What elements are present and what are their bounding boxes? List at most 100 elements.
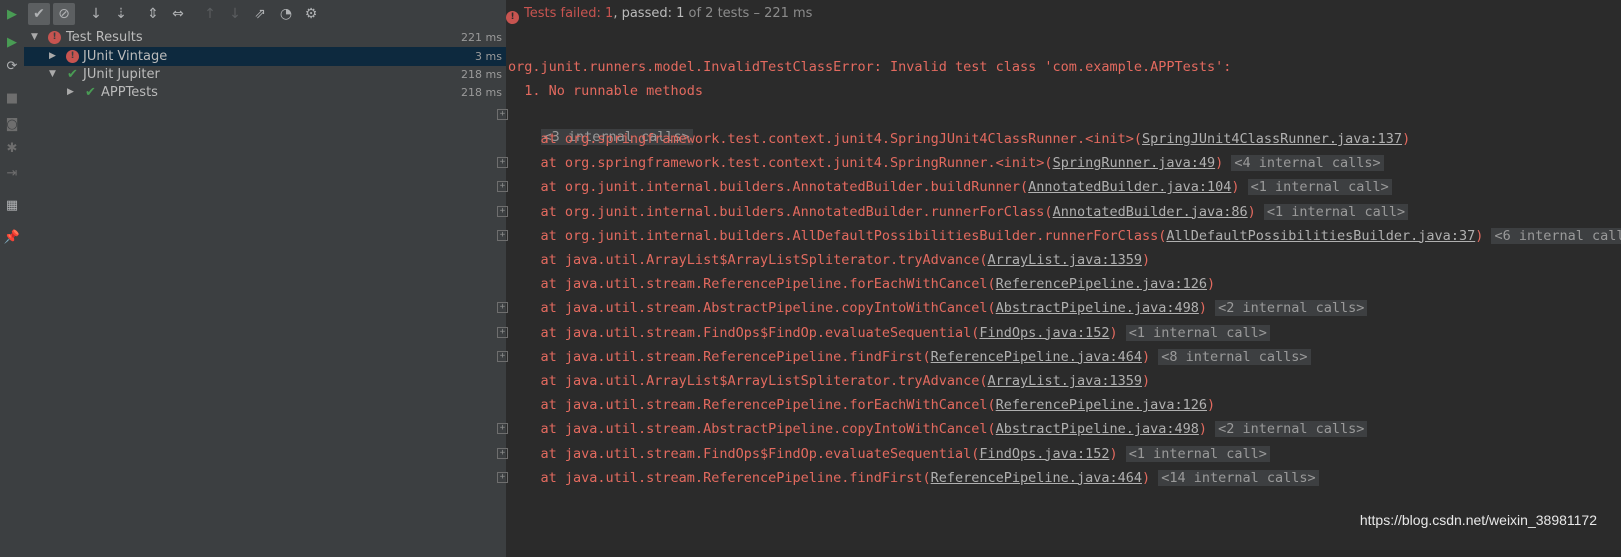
collapse-all-icon[interactable]: ⇔ [167, 3, 189, 25]
source-link[interactable]: ArrayList.java:1359 [988, 252, 1142, 268]
internal-calls-label[interactable]: <1 internal call> [1125, 324, 1270, 341]
internal-calls-label[interactable]: <1 internal call> [1125, 445, 1270, 462]
source-link[interactable]: ReferencePipeline.java:464 [931, 349, 1142, 365]
fold-toggle-icon[interactable]: + [497, 157, 508, 169]
source-link[interactable]: ReferencePipeline.java:464 [931, 470, 1142, 486]
fold-toggle-icon[interactable]: + [497, 302, 508, 314]
rerun-failed-icon[interactable]: ▶ [2, 32, 22, 52]
stack-frame-line: + at org.junit.internal.builders.Annotat… [497, 176, 1392, 198]
source-link[interactable]: ReferencePipeline.java:126 [996, 276, 1207, 292]
source-link[interactable]: SpringRunner.java:49 [1053, 155, 1216, 171]
fold-toggle-icon[interactable]: + [497, 471, 508, 483]
layout-icon[interactable]: ▦ [2, 195, 22, 215]
failed-icon: ! [48, 31, 61, 44]
tree-root-time: 221 ms [461, 31, 502, 44]
internal-calls-label[interactable]: <2 internal calls> [1215, 421, 1368, 438]
stack-frame-line: + at java.util.stream.ReferencePipeline.… [497, 467, 1319, 489]
fold-toggle-icon[interactable]: + [497, 205, 508, 217]
stack-frame-line: at java.util.ArrayList$ArrayListSplitera… [508, 249, 1151, 271]
stack-frame-line: at java.util.stream.ReferencePipeline.fo… [508, 394, 1216, 416]
stack-frame-line: + at java.util.stream.AbstractPipeline.c… [497, 418, 1368, 440]
frame-close: ) [1141, 252, 1151, 268]
source-link[interactable]: ReferencePipeline.java:126 [996, 397, 1207, 413]
tree-item-time: 3 ms [475, 50, 502, 63]
frame-close: ) [1402, 131, 1411, 147]
frame-method: at java.util.stream.ReferencePipeline.fi… [508, 348, 931, 365]
internal-calls-label[interactable]: <6 internal call [1491, 227, 1621, 244]
frame-close: ) [1207, 397, 1216, 414]
tree-item-junit-vintage[interactable]: ▶ ! JUnit Vintage 3 ms [24, 47, 506, 66]
stack-frame-line: + at java.util.stream.ReferencePipeline.… [497, 346, 1311, 368]
failed-status-icon: ! [506, 11, 519, 24]
internal-calls-label[interactable]: <1 internal call> [1263, 203, 1409, 220]
test-toolbar: ✔ ⊘ ↓ ⇣ ⇕ ⇔ ↑ ↓ ⇗ ◔ ⚙ [24, 0, 506, 29]
exit-icon[interactable]: ⇥ [2, 163, 22, 183]
tree-root[interactable]: ▼ ! Test Results 221 ms [24, 28, 506, 47]
dump-threads-icon[interactable]: ◙ [2, 114, 22, 134]
rerun-icon[interactable]: ▶ [2, 4, 22, 24]
fold-toggle-icon[interactable]: + [497, 326, 508, 338]
stack-frame-line: at org.springframework.test.context.juni… [508, 128, 1411, 150]
frame-method: at java.util.stream.AbstractPipeline.cop… [508, 421, 996, 438]
internal-calls-label[interactable]: <14 internal calls> [1158, 469, 1319, 486]
source-link[interactable]: FindOps.java:152 [979, 325, 1109, 341]
fold-toggle-icon[interactable]: + [497, 109, 508, 120]
fold-toggle-icon[interactable]: + [497, 423, 508, 435]
settings-icon[interactable]: ⚙ [300, 3, 322, 25]
frame-method: at java.util.stream.FindOps$FindOp.evalu… [508, 324, 980, 341]
fold-toggle-icon[interactable]: + [497, 350, 508, 362]
test-tree: ▼ ! Test Results 221 ms ▶ ! JUnit Vintag… [24, 28, 507, 557]
source-link[interactable]: AbstractPipeline.java:498 [996, 421, 1199, 437]
frame-close: ) [1198, 421, 1216, 438]
stop-icon[interactable]: ■ [2, 88, 22, 108]
source-link[interactable]: AnnotatedBuilder.java:104 [1028, 179, 1231, 195]
fold-toggle-icon[interactable]: + [497, 447, 508, 459]
history-icon[interactable]: ◔ [275, 3, 297, 25]
stack-frame-line: + at org.junit.internal.builders.Annotat… [497, 201, 1409, 223]
fold-toggle-icon[interactable]: + [497, 229, 508, 241]
run-tool-strip: ▶ ▶ ⟳ ■ ◙ ✱ ⇥ ▦ 📌 [0, 0, 25, 557]
source-link[interactable]: AbstractPipeline.java:498 [996, 300, 1199, 316]
next-failed-icon[interactable]: ↓ [224, 3, 246, 25]
tree-root-label: Test Results [66, 30, 143, 45]
frame-method: at org.junit.internal.builders.Annotated… [508, 179, 1029, 196]
source-link[interactable]: SpringJUnit4ClassRunner.java:137 [1142, 131, 1402, 147]
stack-frame-line: + at org.springframework.test.context.ju… [497, 152, 1384, 174]
source-link[interactable]: AnnotatedBuilder.java:86 [1053, 204, 1248, 220]
export-icon[interactable]: ⇗ [249, 3, 271, 25]
sort-duration-icon[interactable]: ⇣ [110, 3, 132, 25]
show-passed-icon[interactable]: ✔ [28, 3, 50, 25]
prev-failed-icon[interactable]: ↑ [199, 3, 221, 25]
frame-close: ) [1109, 445, 1126, 462]
debug-icon[interactable]: ✱ [2, 138, 22, 158]
frame-method: at java.util.stream.AbstractPipeline.cop… [508, 300, 996, 317]
internal-calls-label[interactable]: <4 internal calls> [1231, 155, 1384, 172]
expand-arrow-icon[interactable]: ▶ [67, 83, 74, 102]
tree-item-label: JUnit Vintage [83, 49, 168, 64]
toggle-auto-test-icon[interactable]: ⟳ [2, 56, 22, 76]
source-link[interactable]: AllDefaultPossibilitiesBuilder.java:37 [1166, 228, 1475, 244]
internal-calls-label[interactable]: <2 internal calls> [1215, 300, 1368, 317]
internal-calls-label[interactable]: <1 internal call> [1247, 179, 1392, 196]
sort-alpha-icon[interactable]: ↓ [85, 3, 107, 25]
frame-close: ) [1475, 227, 1492, 244]
console-output[interactable]: org.junit.runners.model.InvalidTestClass… [497, 28, 1621, 557]
internal-calls-label[interactable]: <8 internal calls> [1158, 348, 1311, 365]
expand-arrow-icon[interactable]: ▼ [31, 28, 38, 47]
tree-item-apptests[interactable]: ▶ ✔ APPTests 218 ms [24, 83, 506, 102]
frame-method: at org.springframework.test.context.juni… [508, 155, 1053, 172]
tree-item-junit-jupiter[interactable]: ▼ ✔ JUnit Jupiter 218 ms [24, 65, 506, 84]
fold-toggle-icon[interactable]: + [497, 181, 508, 193]
frame-close: ) [1198, 300, 1216, 317]
source-link[interactable]: FindOps.java:152 [979, 446, 1109, 462]
show-ignored-icon[interactable]: ⊘ [53, 3, 75, 25]
frame-method: at java.util.ArrayList$ArrayListSplitera… [508, 252, 988, 268]
source-link[interactable]: ArrayList.java:1359 [988, 373, 1142, 389]
tests-passed-label: , passed: 1 [613, 6, 685, 21]
expand-arrow-icon[interactable]: ▼ [49, 65, 56, 84]
expand-arrow-icon[interactable]: ▶ [49, 47, 56, 66]
expand-all-icon[interactable]: ⇕ [142, 3, 164, 25]
stack-frame-line: at java.util.stream.ReferencePipeline.fo… [508, 273, 1216, 295]
pin-icon[interactable]: 📌 [2, 227, 22, 247]
frame-close: ) [1141, 373, 1151, 389]
